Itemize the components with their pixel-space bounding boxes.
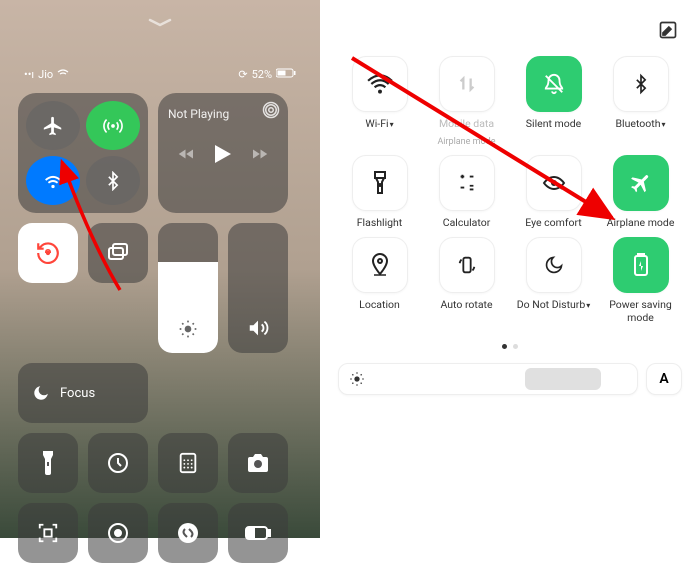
page-dot-1[interactable] — [502, 344, 507, 349]
media-controls[interactable]: Not Playing — [158, 93, 288, 213]
volume-slider[interactable] — [228, 223, 288, 353]
timer-button[interactable] — [88, 433, 148, 493]
brightness-row: A — [338, 363, 682, 395]
page-dot-2[interactable] — [513, 344, 518, 349]
bluetooth-button[interactable] — [86, 156, 140, 205]
tile-dnd: Do Not Disturb▾ — [512, 237, 595, 324]
shazam-button[interactable] — [158, 503, 218, 563]
record-button[interactable] — [88, 503, 148, 563]
tile-bluetooth: Bluetooth▾ — [599, 56, 682, 147]
tile-location: Location — [338, 237, 421, 324]
low-power-button[interactable] — [228, 503, 288, 563]
page-indicator — [338, 344, 682, 349]
carrier-label: Jio — [38, 68, 53, 81]
panel-handle[interactable] — [18, 18, 302, 28]
connectivity-group — [18, 93, 148, 213]
rewind-icon[interactable] — [178, 147, 196, 161]
flashlight-button[interactable] — [352, 155, 408, 211]
tile-calculator: Calculator — [425, 155, 508, 230]
focus-label: Focus — [60, 386, 95, 401]
dnd-button[interactable] — [526, 237, 582, 293]
camera-button[interactable] — [228, 433, 288, 493]
silent-mode-button[interactable] — [526, 56, 582, 112]
airplane-mode-button[interactable] — [613, 155, 669, 211]
screen-mirroring-button[interactable] — [88, 223, 148, 283]
tile-wifi: Wi-Fi▾ — [338, 56, 421, 147]
airplane-mode-button[interactable] — [26, 101, 80, 150]
tile-auto-rotate: Auto rotate — [425, 237, 508, 324]
tile-power-saving: Power saving mode — [599, 237, 682, 324]
tile-mobile-data: Mobile data Airplane mode — [425, 56, 508, 147]
sync-icon: ⟳ — [238, 68, 247, 81]
calculator-button[interactable] — [158, 433, 218, 493]
flashlight-button[interactable] — [18, 433, 78, 493]
android-quick-settings: Wi-Fi▾ Mobile data Airplane mode Silent … — [320, 0, 700, 538]
play-icon[interactable] — [215, 145, 231, 163]
wifi-status-icon — [57, 68, 69, 81]
mobile-data-button[interactable] — [439, 56, 495, 112]
battery-label: 52% — [252, 68, 272, 81]
tiles-grid: Wi-Fi▾ Mobile data Airplane mode Silent … — [338, 56, 682, 324]
focus-button[interactable]: Focus — [18, 363, 148, 423]
cellular-button[interactable] — [86, 101, 140, 150]
orientation-lock-button[interactable] — [18, 223, 78, 283]
ios-control-center: ••ı Jio ⟳ 52% — [0, 0, 320, 538]
tile-eye-comfort: Eye comfort — [512, 155, 595, 230]
qr-scanner-button[interactable] — [18, 503, 78, 563]
brightness-slider[interactable] — [338, 363, 638, 395]
tile-flashlight: Flashlight — [338, 155, 421, 230]
location-button[interactable] — [352, 237, 408, 293]
bluetooth-button[interactable] — [613, 56, 669, 112]
battery-icon — [276, 68, 296, 81]
signal-icon: ••ı — [24, 68, 34, 81]
auto-brightness-button[interactable]: A — [646, 363, 682, 395]
calculator-button[interactable] — [439, 155, 495, 211]
moon-icon — [32, 384, 50, 402]
wifi-button[interactable] — [26, 156, 80, 205]
brightness-icon — [349, 371, 365, 387]
airplay-icon[interactable] — [262, 101, 280, 123]
edit-button[interactable] — [658, 20, 678, 44]
brightness-slider[interactable] — [158, 223, 218, 353]
power-saving-button[interactable] — [613, 237, 669, 293]
forward-icon[interactable] — [250, 147, 268, 161]
wifi-button[interactable] — [352, 56, 408, 112]
tile-silent-mode: Silent mode — [512, 56, 595, 147]
eye-comfort-button[interactable] — [526, 155, 582, 211]
status-bar: ••ı Jio ⟳ 52% — [18, 68, 302, 81]
auto-rotate-button[interactable] — [439, 237, 495, 293]
tile-airplane-mode: Airplane mode — [599, 155, 682, 230]
